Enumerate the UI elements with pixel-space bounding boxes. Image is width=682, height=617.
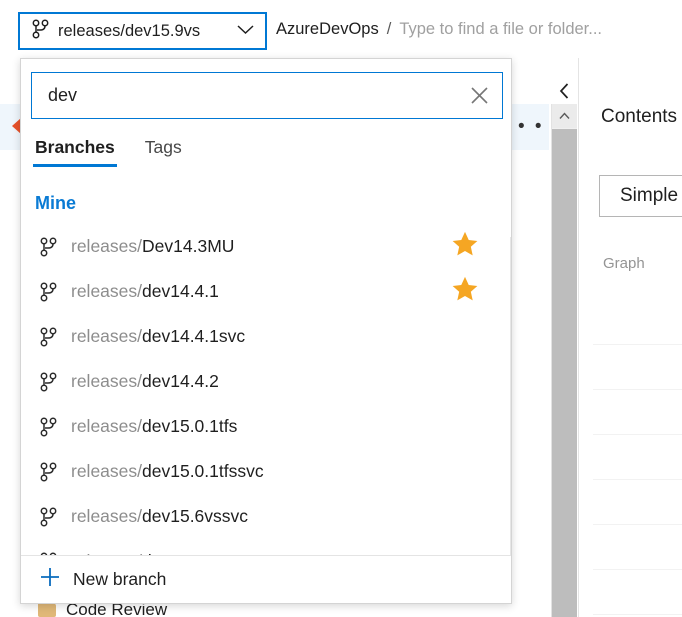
- breadcrumb-root-link[interactable]: AzureDevOps: [276, 20, 379, 39]
- branch-icon: [37, 507, 59, 527]
- tab-tags[interactable]: Tags: [143, 137, 184, 167]
- toolbar: releases/dev15.9vs AzureDevOps / Type to…: [0, 0, 682, 58]
- scrollbar-up-button[interactable]: [511, 237, 512, 259]
- chevron-left-icon[interactable]: [553, 80, 575, 102]
- branch-list-item[interactable]: releases/dev15.0.1tfssvc: [21, 449, 499, 494]
- branch-icon: [37, 327, 59, 347]
- plus-icon: [39, 566, 61, 593]
- branch-list-item[interactable]: releases/dev15.6vssvc: [21, 494, 499, 539]
- contents-pane-title: Contents: [601, 106, 678, 127]
- table-row[interactable]: [593, 435, 682, 480]
- chevron-down-icon: [236, 22, 255, 40]
- branch-prefix: releases/: [71, 281, 143, 301]
- new-branch-label: New branch: [73, 569, 167, 589]
- branch-prefix: releases/: [71, 506, 143, 526]
- branch-suffix: dev15.0.1tfssvc: [142, 461, 264, 481]
- table-row[interactable]: [593, 345, 682, 390]
- table-row[interactable]: [593, 525, 682, 570]
- branch-icon: [32, 19, 49, 44]
- branch-group-header: Mine: [35, 193, 77, 213]
- branch-list-item-label: releases/dev15.0.1tfs: [71, 416, 485, 437]
- clear-search-button[interactable]: [456, 73, 502, 118]
- branch-list-item[interactable]: releases/dev15.0.1tfs: [21, 404, 499, 449]
- branch-list-item-label: releases/dev15.0.1tfssvc: [71, 461, 485, 482]
- branch-prefix: releases/: [71, 326, 143, 346]
- folder-icon: [38, 600, 56, 617]
- favorite-star-icon[interactable]: [451, 230, 479, 263]
- branch-suffix: dev14.4.1: [142, 281, 219, 301]
- scrollbar-down-button[interactable]: [511, 595, 512, 604]
- branch-search-box[interactable]: [31, 72, 503, 119]
- branch-prefix: releases/: [71, 236, 143, 256]
- branch-picker-flyout: Branches Tags Mine releases/Dev14.3MUrel…: [20, 58, 512, 604]
- branch-picker-button[interactable]: releases/dev15.9vs: [18, 12, 267, 50]
- branch-suffix: dev14.4.1svc: [142, 326, 246, 346]
- scrollbar-up-button[interactable]: [552, 104, 577, 128]
- branch-list-item-label: releases/dev14.4.1svc: [71, 326, 485, 347]
- tab-branches[interactable]: Branches: [33, 137, 117, 167]
- branch-prefix: releases/: [71, 416, 143, 436]
- branch-prefix: releases/: [71, 371, 143, 391]
- app-root: • • • Contents Simple Graph Code Review …: [0, 0, 682, 617]
- table-row[interactable]: [593, 570, 682, 615]
- contents-row-list: [593, 300, 682, 615]
- table-row[interactable]: [593, 480, 682, 525]
- branch-icon: [37, 372, 59, 392]
- branch-list-scrollbar[interactable]: [510, 237, 512, 604]
- branch-suffix: dev15.0.1tfs: [142, 416, 238, 436]
- search-input[interactable]: [32, 73, 456, 118]
- branch-list-item[interactable]: releases/dev14.4.1: [21, 269, 499, 314]
- simple-view-button[interactable]: Simple: [599, 175, 682, 217]
- branch-icon: [37, 462, 59, 482]
- branch-list-item-label: releases/dev15.6vssvc: [71, 506, 485, 527]
- favorite-star-icon[interactable]: [451, 275, 479, 308]
- file-search-placeholder[interactable]: Type to find a file or folder...: [399, 20, 602, 39]
- contents-pane: Contents Simple Graph: [578, 58, 682, 617]
- branch-suffix: dev14.4.2: [142, 371, 219, 391]
- close-icon: [470, 87, 488, 104]
- scrollbar-thumb[interactable]: [552, 129, 577, 617]
- breadcrumb: AzureDevOps / Type to find a file or fol…: [276, 20, 602, 39]
- table-row[interactable]: [593, 390, 682, 435]
- branch-list: releases/Dev14.3MU releases/dev14.4.1 rele…: [21, 224, 499, 564]
- branch-list-item[interactable]: releases/Dev14.3MU: [21, 224, 499, 269]
- table-row[interactable]: [593, 300, 682, 345]
- branch-suffix: Dev14.3MU: [142, 236, 235, 256]
- branch-list-item[interactable]: releases/dev14.4.1svc: [21, 314, 499, 359]
- branch-icon: [37, 237, 59, 257]
- branch-suffix: dev15.6vssvc: [142, 506, 249, 526]
- branch-icon: [37, 282, 59, 302]
- branch-list-item-label: releases/dev14.4.1: [71, 281, 451, 302]
- branch-list-item[interactable]: releases/dev14.4.2: [21, 359, 499, 404]
- breadcrumb-separator: /: [386, 20, 392, 38]
- branch-list-item-label: releases/Dev14.3MU: [71, 236, 451, 257]
- branch-prefix: releases/: [71, 461, 143, 481]
- scrollbar-thumb[interactable]: [511, 260, 512, 286]
- page-scrollbar[interactable]: [551, 104, 577, 617]
- new-branch-button[interactable]: New branch: [21, 555, 511, 603]
- flyout-tabs: Branches Tags: [33, 137, 184, 167]
- branch-picker-label: releases/dev15.9vs: [58, 21, 201, 40]
- branch-icon: [37, 417, 59, 437]
- branch-list-item-label: releases/dev14.4.2: [71, 371, 485, 392]
- branch-list-region: Mine releases/Dev14.3MU releases/dev14.4.…: [21, 181, 511, 564]
- graph-column-label: Graph: [603, 255, 645, 272]
